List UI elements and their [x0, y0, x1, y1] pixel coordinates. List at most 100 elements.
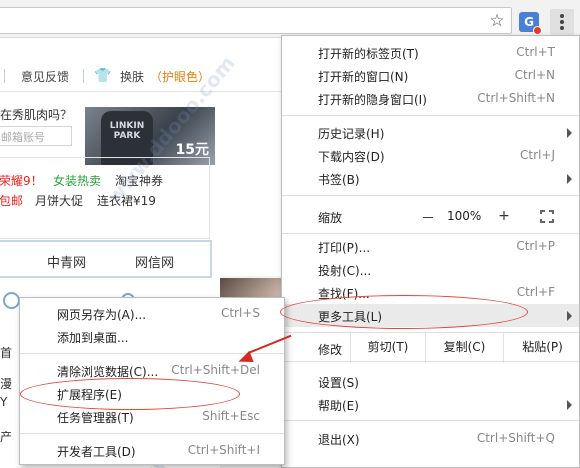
- menu-item-label: 投射(C)...: [318, 264, 372, 278]
- submenu-arrow-icon: [567, 311, 572, 321]
- chrome-main-menu: 打开新的标签页(T) Ctrl+T 打开新的窗口(N) Ctrl+N 打开新的隐…: [281, 35, 580, 468]
- menu-item-shortcut: Ctrl+P: [516, 239, 555, 253]
- submenu-item-dev-tools[interactable]: 开发者工具(D) Ctrl+Shift+I: [20, 439, 284, 462]
- menu-item-shortcut: Shift+Esc: [202, 409, 260, 423]
- copy-button[interactable]: 复制(C): [425, 333, 503, 363]
- corner: [549, 210, 554, 214]
- menu-item-history[interactable]: 历史记录(H): [282, 121, 579, 144]
- submenu-item-extensions[interactable]: 扩展程序(E): [20, 382, 284, 405]
- menu-item-shortcut: Ctrl+Shift+Del: [171, 363, 260, 377]
- promo-question: 在秀肌肉吗？: [0, 108, 73, 122]
- fullscreen-icon[interactable]: [540, 210, 554, 223]
- menu-item-label: 退出(X): [318, 433, 360, 447]
- extension-badge: [533, 26, 542, 35]
- address-bar[interactable]: [0, 7, 512, 34]
- news-links-box: 中青网 网信网: [0, 240, 212, 278]
- menu-item-label: 下载内容(D): [318, 150, 385, 164]
- menu-item-more-tools[interactable]: 更多工具(L): [282, 304, 579, 327]
- submenu-item-task-manager[interactable]: 任务管理器(T) Shift+Esc: [20, 405, 284, 428]
- menu-divider: [282, 233, 579, 234]
- menu-divider: [282, 420, 579, 421]
- news-link[interactable]: 网信网: [135, 252, 174, 271]
- menu-item-print[interactable]: 打印(P)... Ctrl+P: [282, 235, 579, 258]
- menu-item-label: 任务管理器(T): [57, 411, 134, 425]
- side-char: 漫: [0, 377, 13, 391]
- menu-item-bookmarks[interactable]: 书签(B): [282, 167, 579, 190]
- menu-item-label: 设置(S): [318, 376, 359, 390]
- nav-divider: [4, 69, 5, 83]
- menu-item-label: 书签(B): [318, 173, 360, 187]
- news-link[interactable]: 中青网: [47, 252, 86, 271]
- ad-price: 15元: [175, 142, 209, 158]
- divider: [0, 91, 285, 92]
- kebab-dot: [560, 26, 564, 30]
- menu-item-label: 帮助(E): [318, 399, 359, 413]
- menu-item-find[interactable]: 查找(F)... Ctrl+F: [282, 281, 579, 304]
- paste-button[interactable]: 粘贴(P): [503, 333, 580, 363]
- account-input[interactable]: 邮箱账号: [0, 126, 72, 146]
- star-icon[interactable]: ☆: [488, 12, 506, 30]
- edit-row: 修改 剪切(T) 复制(C) 粘贴(P): [282, 332, 580, 363]
- more-tools-submenu: 网页另存为(A)... Ctrl+S 添加到桌面... 清除浏览数据(C)...…: [19, 297, 285, 465]
- menu-item-incognito[interactable]: 打开新的隐身窗口(I) Ctrl+Shift+N: [282, 87, 579, 110]
- edit-label: 修改: [318, 343, 343, 357]
- menu-item-cast[interactable]: 投射(C)...: [282, 258, 579, 281]
- zoom-value: 100%: [447, 209, 482, 223]
- zoom-in-button[interactable]: +: [494, 208, 514, 224]
- screenshot-root: ☆ G 意见反馈 👕 换肤 （护眼色） 在秀肌肉吗？ 邮箱账号 LINKIN P…: [0, 0, 580, 468]
- zoom-label: 缩放: [318, 211, 343, 225]
- kebab-menu-icon[interactable]: [550, 9, 574, 35]
- hot-link[interactable]: 包邮: [0, 192, 23, 209]
- menu-item-label: 网页另存为(A)...: [57, 308, 147, 322]
- menu-item-label: 查找(F)...: [318, 287, 370, 301]
- translate-extension-icon[interactable]: G: [519, 12, 542, 35]
- side-char: 首: [0, 346, 13, 360]
- hot-link[interactable]: 月饼大促: [35, 192, 83, 209]
- menu-divider: [20, 433, 284, 434]
- menu-item-label: 添加到桌面...: [57, 331, 129, 345]
- zoom-out-button[interactable]: －: [418, 208, 438, 228]
- submenu-item-add-to-desktop[interactable]: 添加到桌面...: [20, 325, 284, 348]
- hot-link[interactable]: 连衣裙¥19: [97, 192, 156, 209]
- menu-item-shortcut: Ctrl+Shift+N: [477, 91, 555, 105]
- nav-divider: [83, 69, 84, 83]
- side-char: 产: [0, 430, 13, 444]
- menu-item-new-tab[interactable]: 打开新的标签页(T) Ctrl+T: [282, 41, 579, 64]
- eye-mode-link[interactable]: （护眼色）: [150, 68, 210, 85]
- extension-letter: G: [524, 15, 534, 29]
- menu-item-shortcut: Ctrl+F: [516, 285, 555, 299]
- submenu-arrow-icon: [567, 400, 572, 410]
- corner: [549, 219, 554, 223]
- menu-item-label: 更多工具(L): [318, 310, 383, 324]
- menu-item-help[interactable]: 帮助(E): [282, 393, 579, 416]
- kebab-dot: [560, 20, 564, 24]
- shirt-icon: 👕: [94, 68, 112, 84]
- cut-button[interactable]: 剪切(T): [350, 333, 425, 363]
- browser-toolbar: ☆ G: [0, 0, 580, 38]
- corner: [540, 210, 545, 214]
- menu-item-downloads[interactable]: 下载内容(D) Ctrl+J: [282, 144, 579, 167]
- menu-item-label: 打开新的标签页(T): [318, 47, 419, 61]
- menu-divider: [282, 195, 579, 196]
- side-char: Y: [0, 395, 8, 409]
- submenu-item-save-page[interactable]: 网页另存为(A)... Ctrl+S: [20, 302, 284, 325]
- menu-item-label: 打开新的窗口(N): [318, 70, 409, 84]
- menu-item-shortcut: Ctrl+T: [516, 45, 555, 59]
- zoom-row: 缩放 － 100% +: [282, 201, 579, 231]
- menu-item-label: 打印(P)...: [318, 241, 371, 255]
- kebab-dot: [560, 14, 564, 18]
- skin-link[interactable]: 换肤: [120, 68, 144, 85]
- menu-item-shortcut: Ctrl+J: [520, 148, 555, 162]
- hot-link[interactable]: 淘宝神券: [115, 172, 163, 189]
- submenu-arrow-icon: [567, 174, 572, 184]
- menu-item-new-window[interactable]: 打开新的窗口(N) Ctrl+N: [282, 64, 579, 87]
- menu-item-label: 打开新的隐身窗口(I): [318, 93, 427, 107]
- hot-links-box: 荣耀9！ 女装热卖 淘宝神券 包邮 月饼大促 连衣裙¥19: [0, 157, 210, 239]
- hot-link[interactable]: 女装热卖: [53, 172, 101, 189]
- feedback-link[interactable]: 意见反馈: [21, 68, 69, 85]
- menu-item-shortcut: Ctrl+Shift+I: [187, 443, 260, 457]
- hot-link[interactable]: 荣耀9！: [0, 172, 43, 189]
- menu-item-settings[interactable]: 设置(S): [282, 370, 579, 393]
- menu-item-label: 开发者工具(D): [57, 445, 136, 459]
- menu-item-exit[interactable]: 退出(X) Ctrl+Shift+Q: [282, 427, 579, 450]
